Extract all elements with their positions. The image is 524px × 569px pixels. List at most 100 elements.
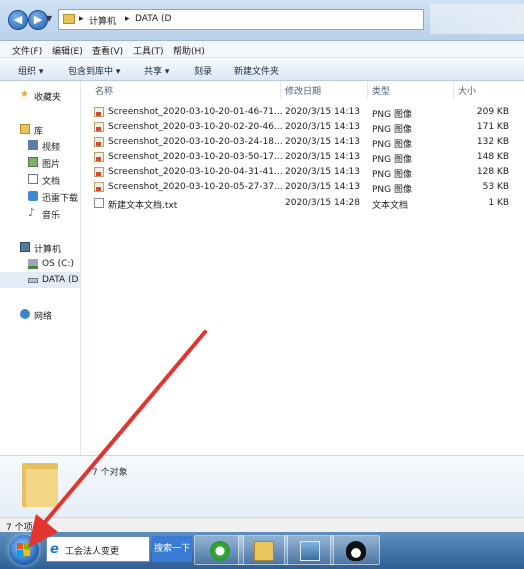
- ie-icon: [210, 541, 230, 561]
- star-icon: ★: [20, 89, 29, 100]
- document-icon: [28, 174, 38, 184]
- music-note-icon: ♪: [28, 206, 36, 219]
- menu-view[interactable]: 查看(V): [92, 44, 123, 57]
- taskbar-app-ie[interactable]: [194, 535, 244, 565]
- folder-icon: [63, 14, 75, 24]
- file-name: Screenshot_2020-03-10-20-03-24-18...: [108, 137, 283, 147]
- address-separator: ▸: [125, 14, 130, 24]
- file-date: 2020/3/15 14:13: [285, 182, 360, 192]
- file-date: 2020/3/15 14:13: [285, 167, 360, 177]
- file-size: 1 KB: [488, 198, 509, 208]
- command-toolbar: 组织 ▾ 包含到库中 ▾ 共享 ▾ 刻录 新建文件夹: [0, 58, 524, 81]
- organize-button[interactable]: 组织 ▾: [18, 64, 43, 77]
- system-drive-icon: [28, 259, 38, 269]
- file-name: 新建文本文档.txt: [108, 201, 178, 211]
- history-dropdown[interactable]: ▼: [46, 14, 52, 23]
- column-header-type[interactable]: 类型: [372, 84, 390, 97]
- file-type: PNG 图像: [372, 185, 412, 195]
- windows-logo-icon: [24, 543, 30, 549]
- breadcrumb-computer[interactable]: 计算机: [89, 14, 116, 27]
- menu-tools[interactable]: 工具(T): [133, 44, 164, 57]
- share-button[interactable]: 共享 ▾: [144, 64, 169, 77]
- file-size: 132 KB: [476, 137, 509, 147]
- file-type: PNG 图像: [372, 125, 412, 135]
- file-date: 2020/3/15 14:13: [285, 137, 360, 147]
- taskbar: e 工会法人变更 搜索一下: [0, 532, 524, 569]
- download-icon: [28, 191, 38, 201]
- column-header-size[interactable]: 大小: [458, 84, 476, 97]
- file-date: 2020/3/15 14:13: [285, 122, 360, 132]
- png-icon: [94, 137, 104, 147]
- taskbar-search-input[interactable]: e 工会法人变更: [46, 536, 150, 562]
- column-divider[interactable]: [280, 81, 281, 99]
- details-pane: 7 个对象: [0, 455, 524, 518]
- file-row[interactable]: Screenshot_2020-03-10-20-01-46-71... 202…: [94, 106, 514, 120]
- screenshot-icon: [300, 541, 320, 561]
- file-name: Screenshot_2020-03-10-20-01-46-71...: [108, 107, 283, 117]
- png-icon: [94, 122, 104, 132]
- file-date: 2020/3/15 14:28: [285, 198, 360, 208]
- file-date: 2020/3/15 14:13: [285, 152, 360, 162]
- windows-logo-icon: [24, 550, 30, 556]
- address-separator: ▸: [79, 14, 84, 24]
- file-size: 171 KB: [476, 122, 509, 132]
- arrow-left-icon: ◀: [13, 13, 23, 26]
- drive-icon: [28, 278, 38, 283]
- file-type: PNG 图像: [372, 170, 412, 180]
- file-row[interactable]: 新建文本文档.txt 2020/3/15 14:28 文本文档 1 KB: [94, 197, 514, 211]
- address-bar[interactable]: ▸ 计算机 ▸ DATA (D: [58, 9, 424, 30]
- file-date: 2020/3/15 14:13: [285, 107, 360, 117]
- windows-logo-icon: [17, 543, 23, 549]
- start-button[interactable]: [9, 535, 39, 565]
- folder-icon: [22, 463, 58, 507]
- file-size: 53 KB: [482, 182, 509, 192]
- library-icon: [20, 124, 30, 134]
- forward-button[interactable]: ▶: [28, 10, 48, 30]
- file-row[interactable]: Screenshot_2020-03-10-20-05-27-37... 202…: [94, 181, 514, 195]
- taskbar-app-screenshot[interactable]: [284, 535, 334, 565]
- explorer-icon: [254, 541, 274, 561]
- column-header-name[interactable]: 名称: [95, 84, 113, 97]
- picture-icon: [28, 157, 38, 167]
- ie-icon: e: [50, 542, 59, 557]
- item-count: 7 个对象: [92, 468, 128, 478]
- file-row[interactable]: Screenshot_2020-03-10-20-03-24-18... 202…: [94, 136, 514, 150]
- file-name: Screenshot_2020-03-10-20-04-31-41...: [108, 167, 283, 177]
- file-row[interactable]: Screenshot_2020-03-10-20-03-50-17... 202…: [94, 151, 514, 165]
- file-type: 文本文档: [372, 201, 409, 211]
- column-header-date[interactable]: 修改日期: [285, 84, 321, 97]
- file-name: Screenshot_2020-03-10-20-02-20-46...: [108, 122, 283, 132]
- network-icon: [20, 309, 30, 319]
- video-icon: [28, 140, 38, 150]
- column-divider[interactable]: [367, 81, 368, 99]
- file-size: 128 KB: [476, 167, 509, 177]
- png-icon: [94, 182, 104, 192]
- taskbar-app-qq[interactable]: [330, 535, 380, 565]
- column-divider[interactable]: [453, 81, 454, 99]
- qq-icon: [346, 541, 366, 561]
- png-icon: [94, 152, 104, 162]
- file-row[interactable]: Screenshot_2020-03-10-20-02-20-46... 202…: [94, 121, 514, 135]
- txt-icon: [94, 198, 104, 208]
- file-name: Screenshot_2020-03-10-20-05-27-37...: [108, 182, 283, 192]
- windows-logo-icon: [17, 550, 23, 556]
- burn-button[interactable]: 刻录: [194, 64, 212, 77]
- file-type: PNG 图像: [372, 110, 412, 120]
- menu-file[interactable]: 文件(F): [12, 44, 42, 57]
- menu-bar: 文件(F) 编辑(E) 查看(V) 工具(T) 帮助(H): [0, 41, 524, 58]
- menu-edit[interactable]: 编辑(E): [52, 44, 83, 57]
- new-folder-button[interactable]: 新建文件夹: [234, 64, 279, 77]
- title-bar: ◀ ▶ ▼ ▸ 计算机 ▸ DATA (D: [0, 0, 524, 41]
- file-row[interactable]: Screenshot_2020-03-10-20-04-31-41... 202…: [94, 166, 514, 180]
- status-bar: 7 个项: [0, 517, 524, 533]
- file-size: 148 KB: [476, 152, 509, 162]
- navigation-pane: ★ 收藏夹 库 视频 图片 文档 迅雷下载 ♪ 音乐 计算机 OS (C:) D…: [0, 81, 81, 455]
- file-type: PNG 图像: [372, 155, 412, 165]
- menu-help[interactable]: 帮助(H): [173, 44, 205, 57]
- file-size: 209 KB: [476, 107, 509, 117]
- back-button[interactable]: ◀: [8, 10, 28, 30]
- search-button[interactable]: 搜索一下: [152, 536, 192, 562]
- include-in-library-button[interactable]: 包含到库中 ▾: [68, 64, 120, 77]
- taskbar-app-explorer[interactable]: [238, 535, 288, 565]
- breadcrumb-data-drive[interactable]: DATA (D: [135, 14, 172, 24]
